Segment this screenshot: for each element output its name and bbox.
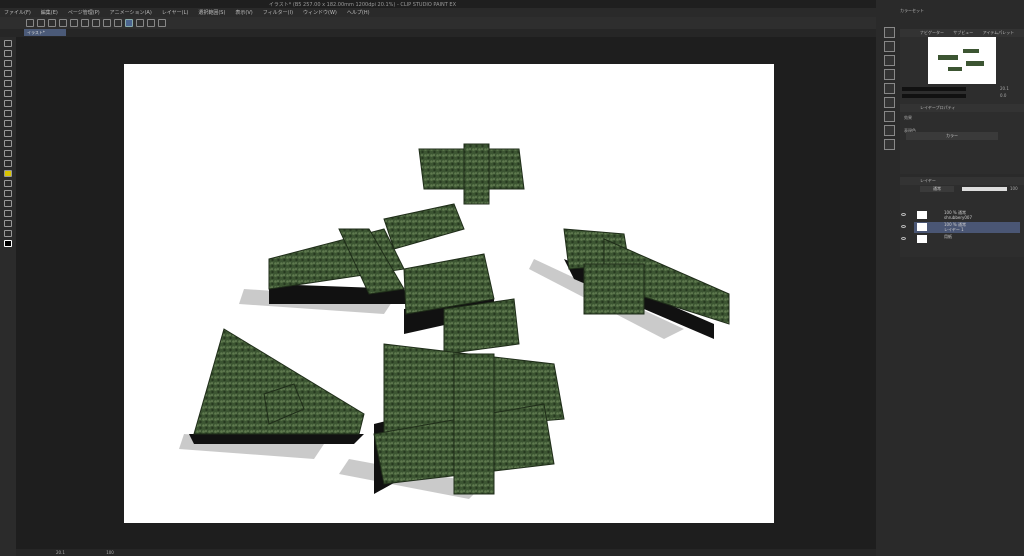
- effect-label: 効果: [904, 115, 912, 120]
- layer-tab[interactable]: レイヤー: [900, 177, 1024, 185]
- status-bar: 20.1 100: [16, 549, 876, 556]
- menu-page[interactable]: ページ管理(P): [68, 9, 100, 16]
- menu-window[interactable]: ウィンドウ(W): [303, 9, 337, 16]
- palette-icon[interactable]: [884, 55, 895, 66]
- frame-tool-icon[interactable]: [4, 190, 12, 197]
- device-icon[interactable]: [147, 19, 155, 27]
- navigator-preview[interactable]: [928, 37, 996, 84]
- menu-selection[interactable]: 選択範囲(S): [198, 9, 225, 16]
- help-icon[interactable]: [158, 19, 166, 27]
- snap-grid-icon[interactable]: [136, 19, 144, 27]
- expression-color-select[interactable]: カラー: [906, 132, 998, 140]
- layer-row[interactable]: 用紙: [901, 234, 1020, 245]
- transform-icon[interactable]: [103, 19, 111, 27]
- blend-mode-select[interactable]: 通常: [920, 186, 954, 192]
- snap-special-ruler-icon[interactable]: [125, 19, 133, 27]
- save-icon[interactable]: [48, 19, 56, 27]
- canvas[interactable]: [124, 64, 774, 523]
- color-set-tab[interactable]: カラーセット: [900, 8, 924, 14]
- palette-icon[interactable]: [884, 41, 895, 52]
- color-swatch-icon[interactable]: [4, 240, 12, 247]
- decoration-tool-icon[interactable]: [4, 130, 12, 137]
- command-bar: [0, 17, 876, 29]
- layers-panel: レイヤー 通常 100 100 % 通常 shrubbery007 100 % 通…: [900, 177, 1024, 257]
- layer-name: shrubbery007: [944, 215, 972, 220]
- layer-row[interactable]: 100 % 通常 レイヤー 1: [901, 222, 1020, 233]
- gradient-tool-icon[interactable]: [4, 170, 12, 177]
- menu-view[interactable]: 表示(V): [235, 9, 252, 16]
- palette-icon[interactable]: [884, 69, 895, 80]
- pen-tool-icon[interactable]: [4, 90, 12, 97]
- palette-icon[interactable]: [884, 139, 895, 150]
- nav-angle-value: 0.0: [1000, 93, 1007, 98]
- palette-icon[interactable]: [884, 27, 895, 38]
- eye-icon[interactable]: [901, 213, 906, 216]
- menu-layer[interactable]: レイヤー(L): [162, 9, 189, 16]
- palette-dock-icons: [884, 24, 898, 153]
- opacity-slider[interactable]: [962, 187, 1007, 191]
- eye-icon[interactable]: [901, 237, 906, 240]
- correct-line-tool-icon[interactable]: [4, 230, 12, 237]
- opacity-value[interactable]: 100: [1010, 186, 1018, 191]
- menu-edit[interactable]: 編集(E): [41, 9, 58, 16]
- fill-icon[interactable]: [92, 19, 100, 27]
- redo-icon[interactable]: [70, 19, 78, 27]
- zoom-value[interactable]: 20.1: [56, 550, 65, 555]
- fill-tool-icon[interactable]: [4, 160, 12, 167]
- move-tool-icon[interactable]: [4, 50, 12, 57]
- layer-thumbnail: [917, 211, 927, 219]
- rotate-slider[interactable]: [902, 94, 966, 98]
- palette-icon[interactable]: [884, 97, 895, 108]
- title-bar: イラスト* (B5 257.00 x 182.00mm 1200dpi 20.1…: [0, 0, 876, 8]
- operation-tool-icon[interactable]: [4, 60, 12, 67]
- palette-icon[interactable]: [884, 125, 895, 136]
- snap-ruler-icon[interactable]: [114, 19, 122, 27]
- page-value[interactable]: 100: [106, 550, 114, 555]
- eyedropper-tool-icon[interactable]: [4, 80, 12, 87]
- airbrush-tool-icon[interactable]: [4, 120, 12, 127]
- document-tab[interactable]: イラスト*: [24, 29, 66, 36]
- tab-navigator[interactable]: ナビゲーター: [920, 30, 944, 35]
- menu-help[interactable]: ヘルプ(H): [347, 9, 370, 16]
- blend-tool-icon[interactable]: [4, 150, 12, 157]
- layer-name: レイヤー 1: [944, 227, 964, 232]
- tab-item-palette[interactable]: アイテムパレット: [983, 30, 1015, 35]
- tab-subview[interactable]: サブビュー: [953, 30, 973, 35]
- ruler-tool-icon[interactable]: [4, 200, 12, 207]
- selection-tool-icon[interactable]: [4, 70, 12, 77]
- text-tool-icon[interactable]: [4, 210, 12, 217]
- palette-icon[interactable]: [884, 111, 895, 122]
- figure-tool-icon[interactable]: [4, 180, 12, 187]
- tab-row: [0, 29, 876, 37]
- layer-name: 用紙: [944, 234, 952, 239]
- layer-row[interactable]: 100 % 通常 shrubbery007: [901, 210, 1020, 221]
- eye-icon[interactable]: [901, 225, 906, 228]
- menu-bar: ファイル(F) 編集(E) ページ管理(P) アニメーション(A) レイヤー(L…: [0, 8, 876, 17]
- hedge-render-illustration: [179, 143, 730, 499]
- pencil-tool-icon[interactable]: [4, 100, 12, 107]
- menu-animation[interactable]: アニメーション(A): [110, 9, 152, 16]
- window-title: イラスト* (B5 257.00 x 182.00mm 1200dpi 20.1…: [268, 2, 456, 8]
- brush-tool-icon[interactable]: [4, 110, 12, 117]
- layer-thumbnail: [917, 235, 927, 243]
- navigator-tabs: ナビゲーター サブビュー アイテムパレット 情報: [900, 29, 1024, 43]
- tool-palette: [0, 37, 16, 556]
- layer-property-panel: レイヤープロパティ 効果 表現色 カラー: [900, 104, 1024, 174]
- new-icon[interactable]: [26, 19, 34, 27]
- layer-property-title: レイヤープロパティ: [900, 104, 1024, 112]
- zoom-tool-icon[interactable]: [4, 40, 12, 47]
- balloon-tool-icon[interactable]: [4, 220, 12, 227]
- eraser-tool-icon[interactable]: [4, 140, 12, 147]
- menu-filter[interactable]: フィルター(I): [263, 9, 293, 16]
- settings-icon[interactable]: [81, 19, 89, 27]
- nav-zoom-value: 20.1: [1000, 86, 1009, 91]
- undo-icon[interactable]: [59, 19, 67, 27]
- layer-thumbnail: [917, 223, 927, 231]
- open-icon[interactable]: [37, 19, 45, 27]
- palette-icon[interactable]: [884, 83, 895, 94]
- menu-file[interactable]: ファイル(F): [4, 9, 31, 16]
- zoom-slider[interactable]: [902, 87, 966, 91]
